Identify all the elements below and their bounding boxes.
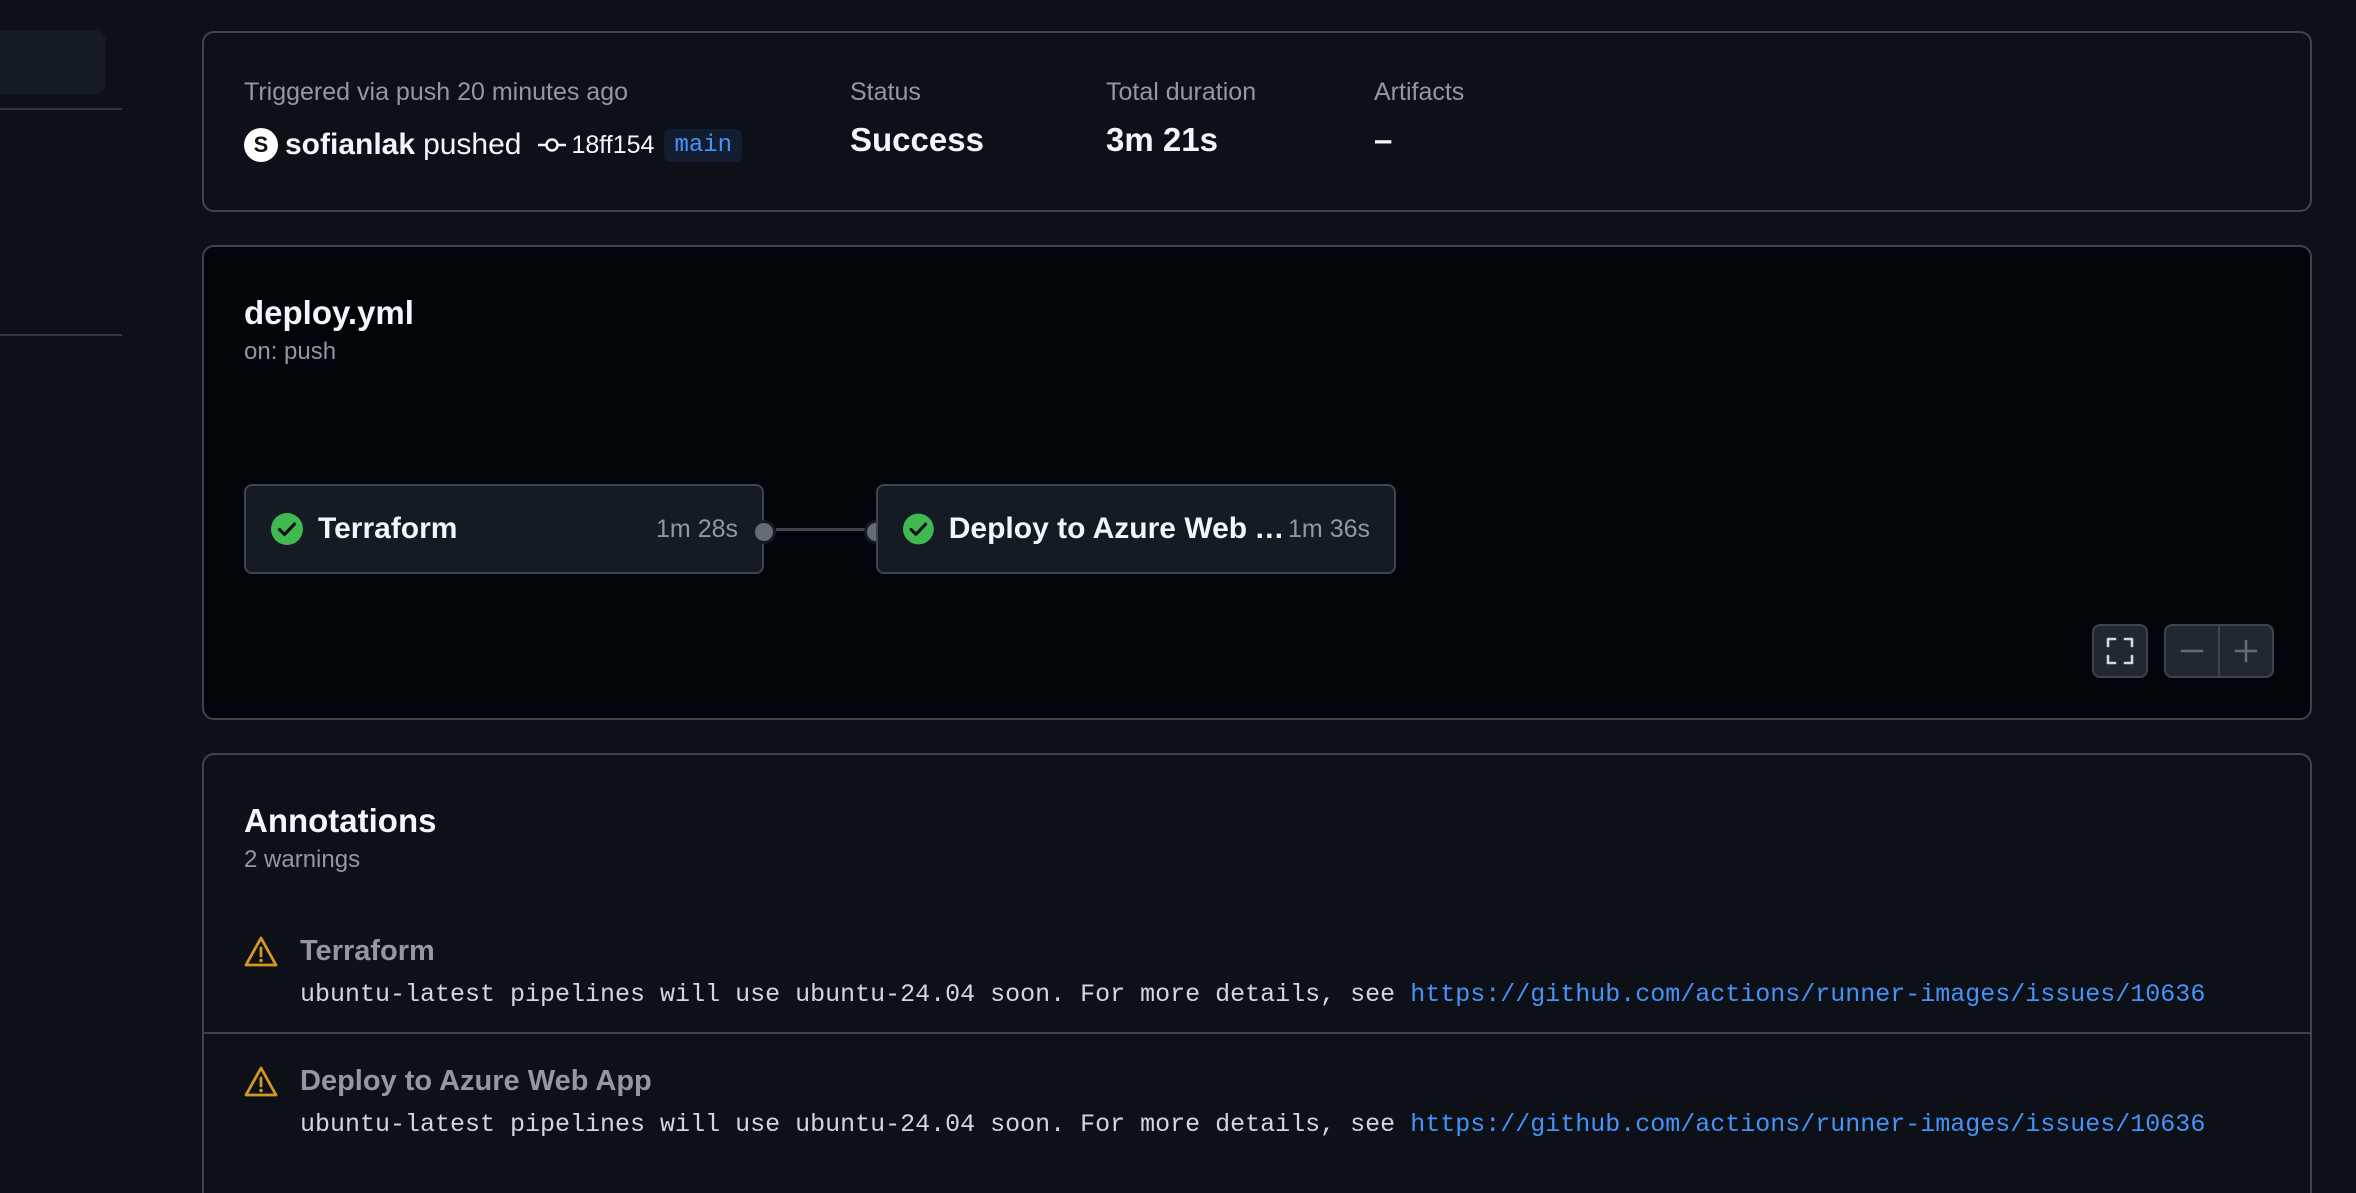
duration-value: 3m 21s: [1106, 121, 1218, 158]
annotation-text: ubuntu-latest pipelines will use ubuntu-…: [300, 1110, 1411, 1139]
artifacts-label: Artifacts: [1374, 78, 1465, 106]
job-node-terraform[interactable]: Terraform 1m 28s: [244, 484, 764, 574]
sidebar-divider: [0, 334, 122, 336]
annotations-card: Annotations 2 warnings Terraform ubuntu-…: [202, 753, 2312, 1193]
warning-icon: [244, 1066, 278, 1097]
trigger-details: S sofianlak pushed 18ff154 main: [244, 125, 743, 165]
zoom-out-button[interactable]: [2166, 626, 2218, 676]
actor-link[interactable]: sofianlak: [285, 128, 415, 162]
annotation-item: Deploy to Azure Web App ubuntu-latest pi…: [204, 1045, 2310, 1173]
artifacts-value: –: [1374, 121, 1393, 158]
annotation-message: ubuntu-latest pipelines will use ubuntu-…: [300, 1110, 2205, 1139]
fullscreen-icon: [2106, 637, 2134, 665]
run-summary-card: Triggered via push 20 minutes ago S sofi…: [202, 31, 2312, 212]
avatar[interactable]: S: [244, 128, 278, 162]
annotations-title: Annotations: [244, 802, 437, 839]
job-name: Deploy to Azure Web A...: [948, 512, 1289, 545]
check-circle-icon: [271, 513, 303, 545]
annotation-job-name: Terraform: [300, 935, 435, 967]
warning-icon: [244, 936, 278, 967]
annotations-count: 2 warnings: [244, 846, 361, 873]
workflow-trigger: on: push: [244, 338, 337, 365]
zoom-out-icon: [2180, 649, 2204, 653]
annotation-link[interactable]: https://github.com/actions/runner-images…: [1410, 1110, 2205, 1139]
sidebar-active-item[interactable]: [0, 30, 106, 94]
status-value: Success: [850, 121, 984, 158]
annotation-divider: [204, 1032, 2310, 1034]
workflow-file-title[interactable]: deploy.yml: [244, 294, 414, 332]
zoom-controls: [2164, 624, 2274, 678]
job-name: Terraform: [318, 512, 458, 545]
annotation-text: ubuntu-latest pipelines will use ubuntu-…: [300, 980, 1411, 1009]
status-label: Status: [850, 78, 921, 106]
duration-label: Total duration: [1106, 78, 1257, 106]
branch-badge[interactable]: main: [664, 128, 743, 162]
job-node-deploy[interactable]: Deploy to Azure Web A... 1m 36s: [876, 484, 1396, 574]
fullscreen-button[interactable]: [2092, 624, 2148, 678]
sidebar-divider: [0, 108, 122, 110]
annotation-message: ubuntu-latest pipelines will use ubuntu-…: [300, 980, 2205, 1009]
annotation-item: Terraform ubuntu-latest pipelines will u…: [204, 915, 2310, 1043]
job-duration: 1m 36s: [1288, 514, 1370, 543]
commit-sha-link[interactable]: 18ff154: [572, 131, 655, 160]
job-duration: 1m 28s: [656, 514, 738, 543]
check-circle-icon: [902, 513, 934, 545]
annotation-link[interactable]: https://github.com/actions/runner-images…: [1410, 980, 2205, 1009]
zoom-in-icon: [2234, 639, 2258, 663]
workflow-graph-card: deploy.yml on: push Terraform 1m 28s Dep…: [202, 245, 2312, 720]
node-output-dot: [752, 520, 776, 544]
action-text: pushed: [423, 128, 522, 161]
annotation-job-name: Deploy to Azure Web App: [300, 1065, 652, 1097]
git-commit-icon: [537, 135, 566, 155]
zoom-in-button[interactable]: [2220, 626, 2272, 676]
trigger-label: Triggered via push 20 minutes ago: [244, 78, 629, 106]
